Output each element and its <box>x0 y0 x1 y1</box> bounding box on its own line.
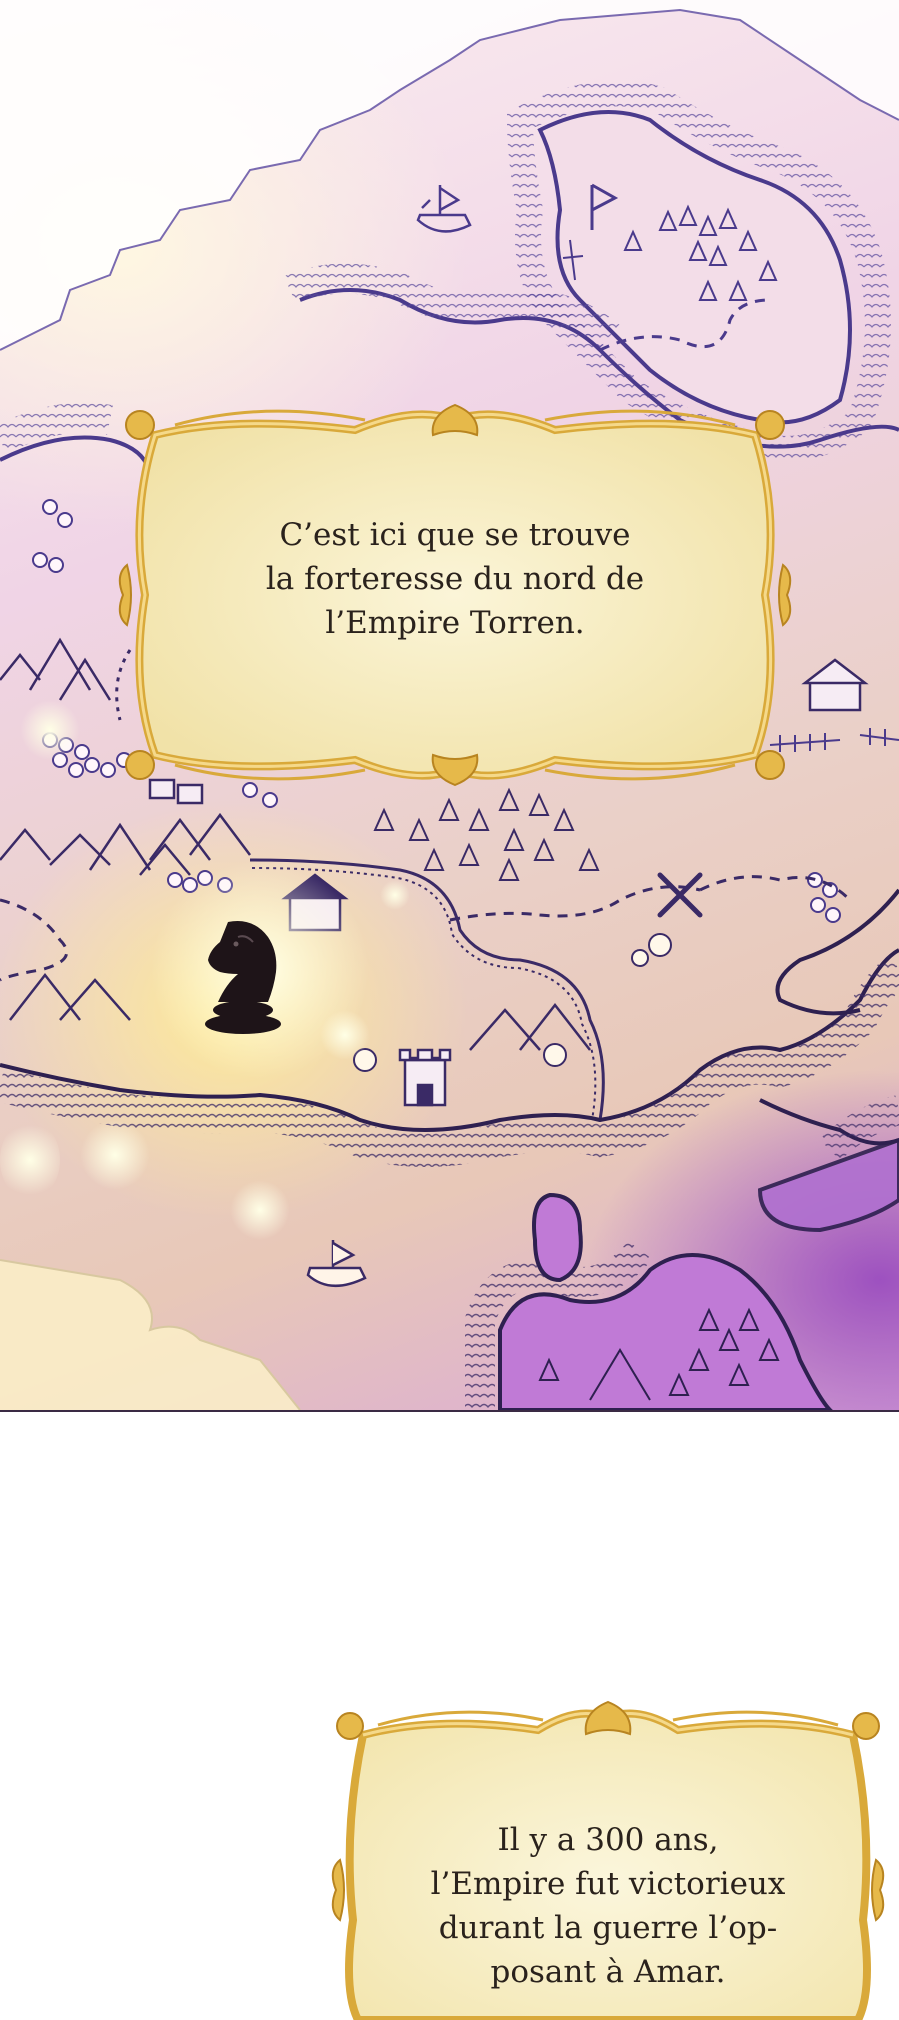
caption-line: Il y a 300 ans, <box>497 1822 719 1858</box>
caption-text-2: Il y a 300 ans, l’Empire fut victorieux … <box>328 1818 888 1994</box>
caption-line: C’est ici que se trouve <box>279 517 631 553</box>
sparkle <box>230 1180 290 1240</box>
caption-text-1: C’est ici que se trouve la forteresse du… <box>115 513 795 645</box>
tower-icon <box>398 1048 452 1107</box>
sparkle <box>380 880 410 910</box>
sparkle <box>80 1120 150 1190</box>
ship-icon <box>416 185 472 233</box>
chess-knight-icon <box>205 921 281 1034</box>
caption-line: l’Empire fut victorieux <box>430 1866 786 1902</box>
caption-line: la forteresse du nord de <box>265 561 645 597</box>
sparkle <box>0 1120 60 1200</box>
sparkle <box>320 1010 370 1060</box>
map-panel: C’est ici que se trouve la forteresse du… <box>0 0 899 1412</box>
caption-line: l’Empire Torren. <box>325 605 585 641</box>
crossed-swords-icon <box>657 872 703 918</box>
caption-line: durant la guerre l’op- <box>438 1910 778 1946</box>
caption-line: posant à Amar. <box>490 1954 726 1990</box>
caption-box-2: Il y a 300 ans, l’Empire fut victorieux … <box>328 1690 888 2020</box>
ship-icon <box>306 1240 367 1288</box>
caption-box-1: C’est ici que se trouve la forteresse du… <box>115 395 795 795</box>
sparkle <box>20 700 80 760</box>
